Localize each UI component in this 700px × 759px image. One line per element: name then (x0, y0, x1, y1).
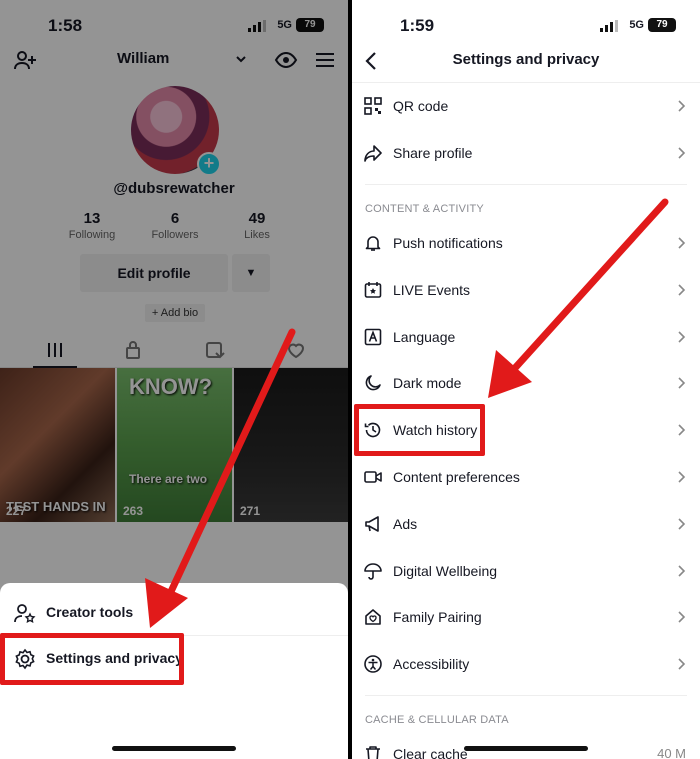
settings-item-label: Language (393, 329, 456, 345)
chevron-right-icon (678, 377, 686, 389)
settings-item-accessibility[interactable]: Accessibility (352, 641, 700, 688)
settings-screen: 1:59 5G 79 Settings and privacy QR code … (352, 0, 700, 759)
settings-item-ads[interactable]: Ads (352, 501, 700, 548)
section-header-content-activity: CONTENT & ACTIVITY (365, 203, 484, 215)
divider (365, 184, 687, 185)
settings-item-label: QR code (393, 98, 449, 114)
settings-item-share-profile[interactable]: Share profile (352, 130, 700, 177)
settings-item-label: Dark mode (393, 375, 462, 391)
settings-item-label: Family Pairing (393, 609, 482, 625)
settings-item-label: Digital Wellbeing (393, 563, 498, 579)
chevron-right-icon (678, 424, 686, 436)
settings-item-label: Share profile (393, 145, 473, 161)
chevron-right-icon (678, 565, 686, 577)
moon-icon (365, 375, 381, 391)
accessibility-icon (364, 655, 382, 673)
settings-item-label: Ads (393, 516, 418, 532)
chevron-right-icon (678, 658, 686, 670)
settings-item-push-notifications[interactable]: Push notifications (352, 220, 700, 267)
status-time: 1:59 (400, 16, 435, 35)
settings-item-dark-mode[interactable]: Dark mode (352, 360, 700, 407)
section-header-cache: CACHE & CELLULAR DATA (365, 714, 509, 726)
settings-item-label: Clear cache (393, 746, 468, 759)
network-label: 5G (629, 19, 644, 31)
settings-item-label: Content preferences (393, 469, 520, 485)
settings-item-content-preferences[interactable]: Content preferences (352, 454, 700, 501)
home-indicator (112, 746, 236, 751)
settings-item-qr-code[interactable]: QR code (352, 83, 700, 130)
trash-icon (366, 746, 380, 759)
calendar-star-icon (364, 282, 382, 298)
chevron-right-icon (678, 237, 686, 249)
chevron-right-icon (678, 147, 686, 159)
settings-item-language[interactable]: Language (352, 314, 700, 361)
home-indicator (464, 746, 588, 751)
chevron-right-icon (678, 611, 686, 623)
language-icon (364, 328, 382, 346)
chevron-right-icon (678, 100, 686, 112)
chevron-right-icon (678, 518, 686, 530)
settings-item-label: Accessibility (393, 656, 470, 672)
cache-size-value: 40 M (657, 746, 686, 759)
battery-indicator: 79 (648, 18, 676, 32)
chevron-right-icon (678, 284, 686, 296)
settings-item-clear-cache[interactable]: Clear cache 40 M (352, 731, 700, 759)
settings-item-label: LIVE Events (393, 282, 471, 298)
profile-screen: 1:58 5G 79 William + @dubsrewatcher 13 F… (0, 0, 348, 759)
megaphone-icon (365, 516, 379, 532)
share-icon (364, 145, 382, 162)
chevron-right-icon (678, 331, 686, 343)
creator-tools-icon (14, 604, 36, 623)
page-title: Settings and privacy (452, 51, 600, 68)
signal-icon (600, 20, 618, 32)
status-bar: 1:59 5G 79 (352, 0, 700, 44)
creator-tools-item[interactable]: Creator tools (0, 590, 348, 636)
chevron-right-icon (678, 471, 686, 483)
highlight-box (0, 633, 184, 685)
creator-tools-label: Creator tools (46, 604, 134, 620)
highlight-box (354, 404, 485, 456)
divider (365, 695, 687, 696)
settings-item-digital-wellbeing[interactable]: Digital Wellbeing (352, 548, 700, 595)
settings-item-label: Push notifications (393, 235, 503, 251)
umbrella-icon (364, 563, 382, 580)
settings-item-live-events[interactable]: LIVE Events (352, 267, 700, 314)
settings-header: Settings and privacy (352, 44, 700, 78)
settings-item-family-pairing[interactable]: Family Pairing (352, 594, 700, 641)
video-icon (364, 471, 382, 483)
qr-code-icon (364, 97, 382, 115)
bell-icon (365, 236, 381, 251)
house-heart-icon (365, 609, 381, 625)
